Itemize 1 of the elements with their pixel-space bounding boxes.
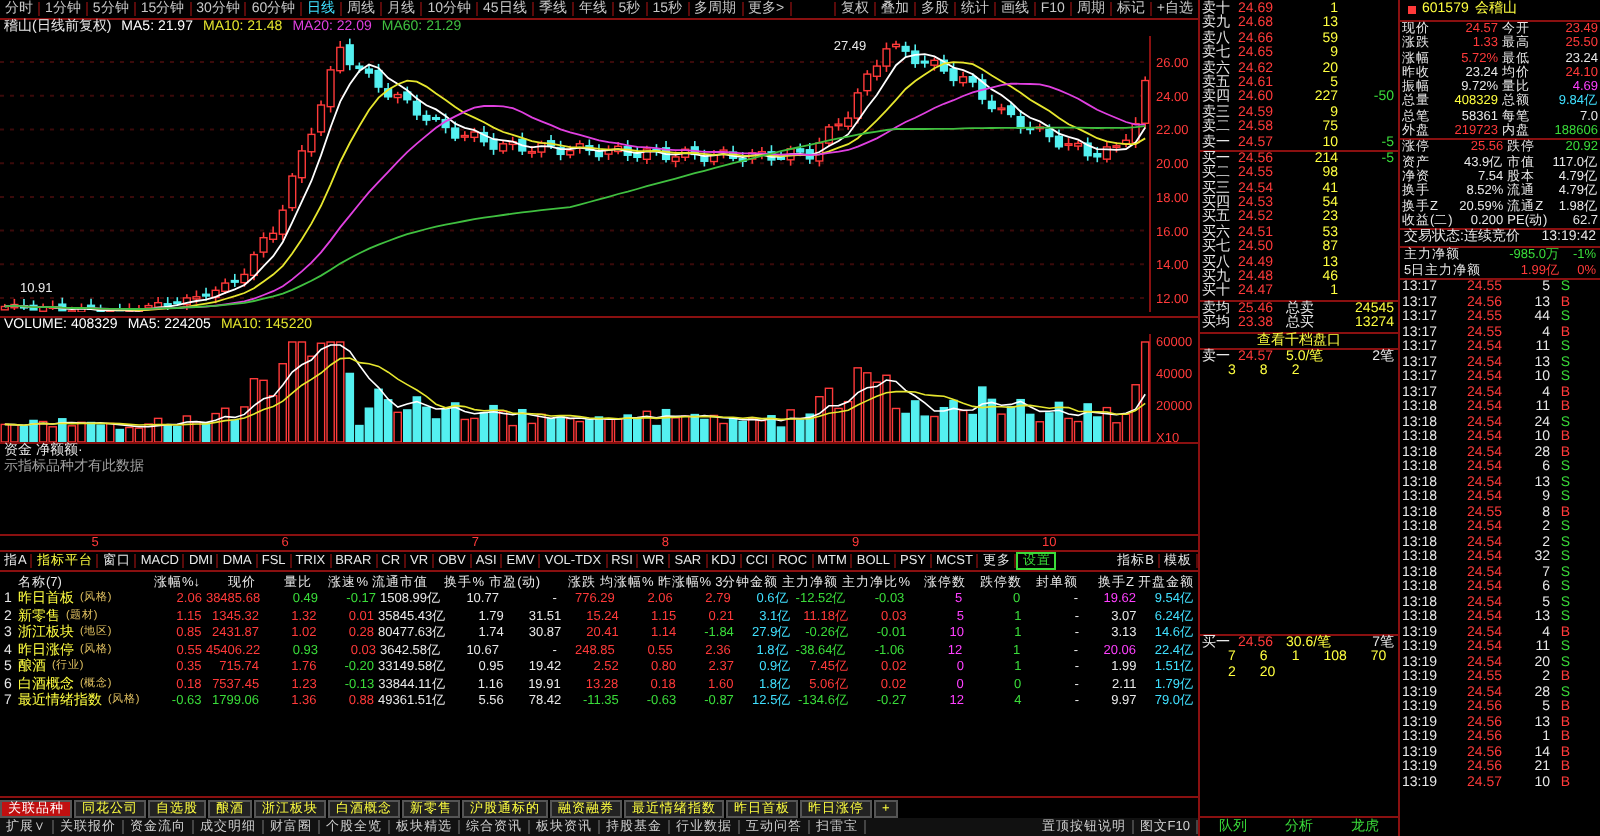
stock-marker-icon <box>1408 6 1416 14</box>
